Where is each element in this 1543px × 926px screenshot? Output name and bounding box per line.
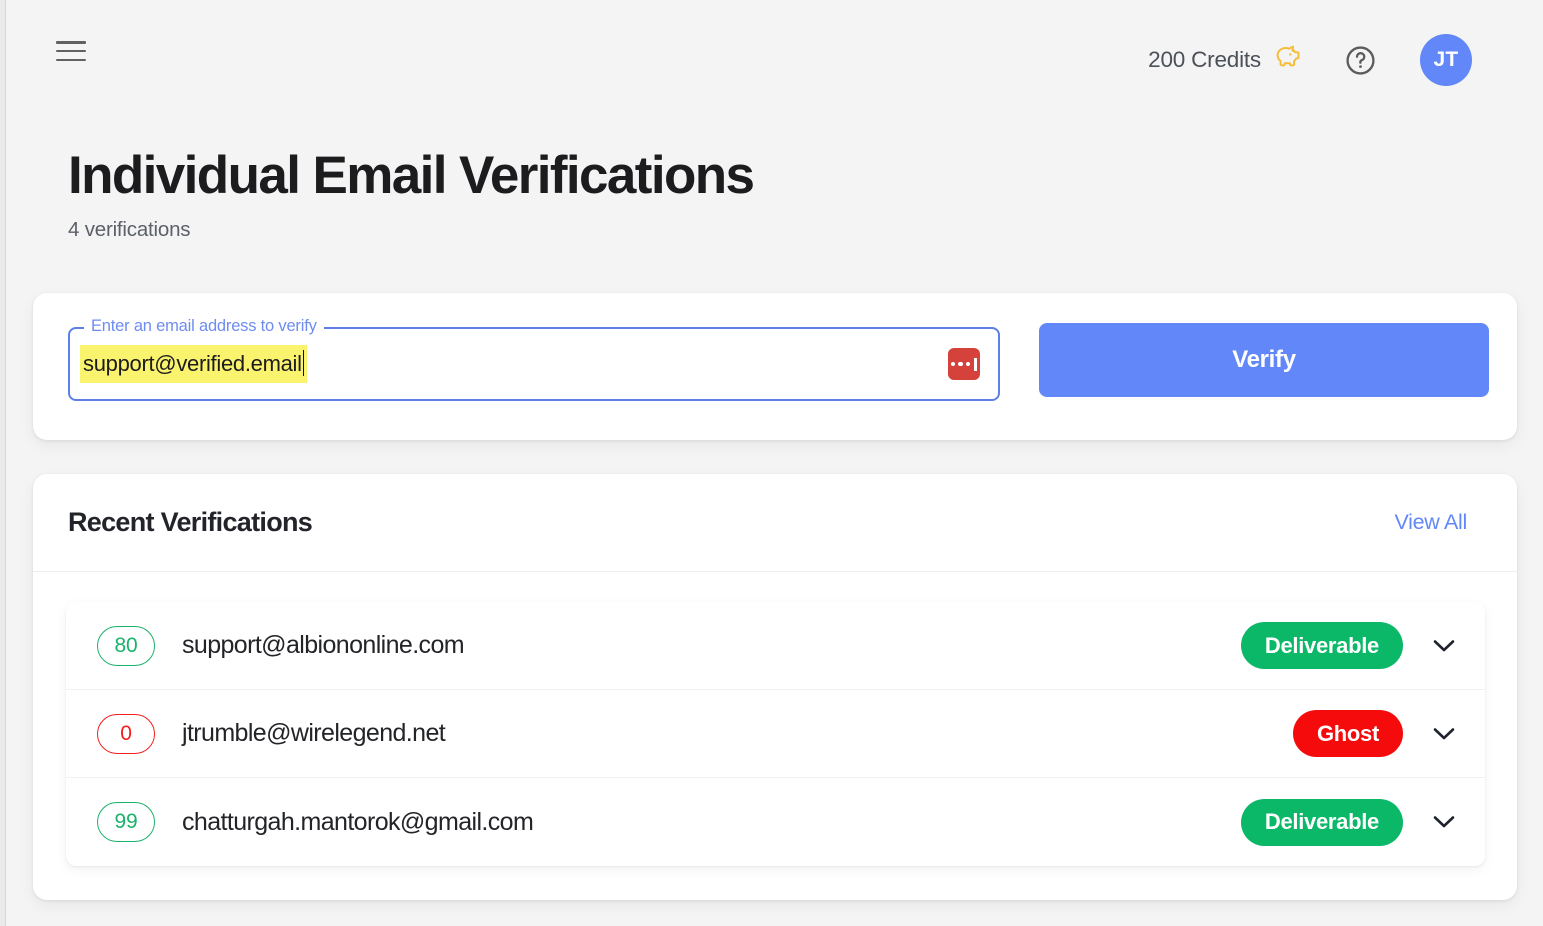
table-row[interactable]: 0 jtrumble@wirelegend.net Ghost: [66, 690, 1485, 778]
chevron-down-icon[interactable]: [1429, 631, 1459, 661]
table-row[interactable]: 99 chatturgah.mantorok@gmail.com Deliver…: [66, 778, 1485, 866]
hamburger-line: [56, 41, 86, 44]
lastpass-dot: [950, 361, 956, 367]
status-badge: Deliverable: [1240, 798, 1403, 846]
score-badge: 0: [97, 713, 155, 754]
credits-label: 200 Credits: [1148, 47, 1261, 72]
status-badge: Ghost: [1292, 710, 1403, 757]
top-bar: 200 Credits JT: [6, 0, 1543, 110]
email-input[interactable]: [83, 342, 963, 386]
row-email: chatturgah.mantorok@gmail.com: [182, 807, 534, 836]
chevron-down-icon[interactable]: [1429, 719, 1459, 749]
avatar[interactable]: JT: [1420, 34, 1472, 86]
browser-page: 200 Credits JT Individual Email Verifica…: [5, 0, 1543, 926]
verify-button[interactable]: Verify: [1039, 323, 1489, 397]
top-bar-actions: 200 Credits JT: [1148, 34, 1472, 86]
verification-list: 80 support@albiononline.com Deliverable …: [66, 602, 1485, 866]
verification-count: 4 verifications: [68, 218, 191, 241]
recent-verifications-card: Recent Verifications View All 80 support…: [33, 474, 1517, 900]
score-badge: 99: [97, 802, 155, 842]
verify-form-card: Enter an email address to verify support…: [33, 293, 1517, 440]
recent-verifications-header: Recent Verifications View All: [33, 474, 1517, 572]
lastpass-icon[interactable]: [948, 348, 980, 380]
chevron-down-icon[interactable]: [1429, 807, 1459, 837]
row-email: support@albiononline.com: [182, 631, 465, 659]
page-title: Individual Email Verifications: [68, 146, 755, 205]
recent-verifications-title: Recent Verifications: [68, 507, 313, 537]
status-badge: Deliverable: [1240, 622, 1403, 669]
piggy-bank-icon: [1272, 45, 1302, 76]
lastpass-dot: [965, 361, 971, 367]
row-email: jtrumble@wirelegend.net: [182, 719, 446, 747]
table-row[interactable]: 80 support@albiononline.com Deliverable: [66, 602, 1485, 690]
credits-indicator[interactable]: 200 Credits: [1148, 45, 1302, 76]
page-heading: Individual Email Verifications 4 verific…: [68, 143, 1068, 242]
lastpass-dot: [958, 361, 963, 367]
email-field-label: Enter an email address to verify: [84, 316, 324, 336]
help-circle-icon[interactable]: [1340, 40, 1380, 80]
email-field-group: Enter an email address to verify support…: [68, 316, 1000, 401]
view-all-link[interactable]: View All: [1395, 510, 1468, 535]
score-badge: 80: [97, 625, 155, 666]
lastpass-bar: [974, 357, 978, 371]
hamburger-line: [56, 58, 86, 61]
hamburger-menu-icon[interactable]: [56, 38, 88, 64]
hamburger-line: [56, 49, 86, 53]
